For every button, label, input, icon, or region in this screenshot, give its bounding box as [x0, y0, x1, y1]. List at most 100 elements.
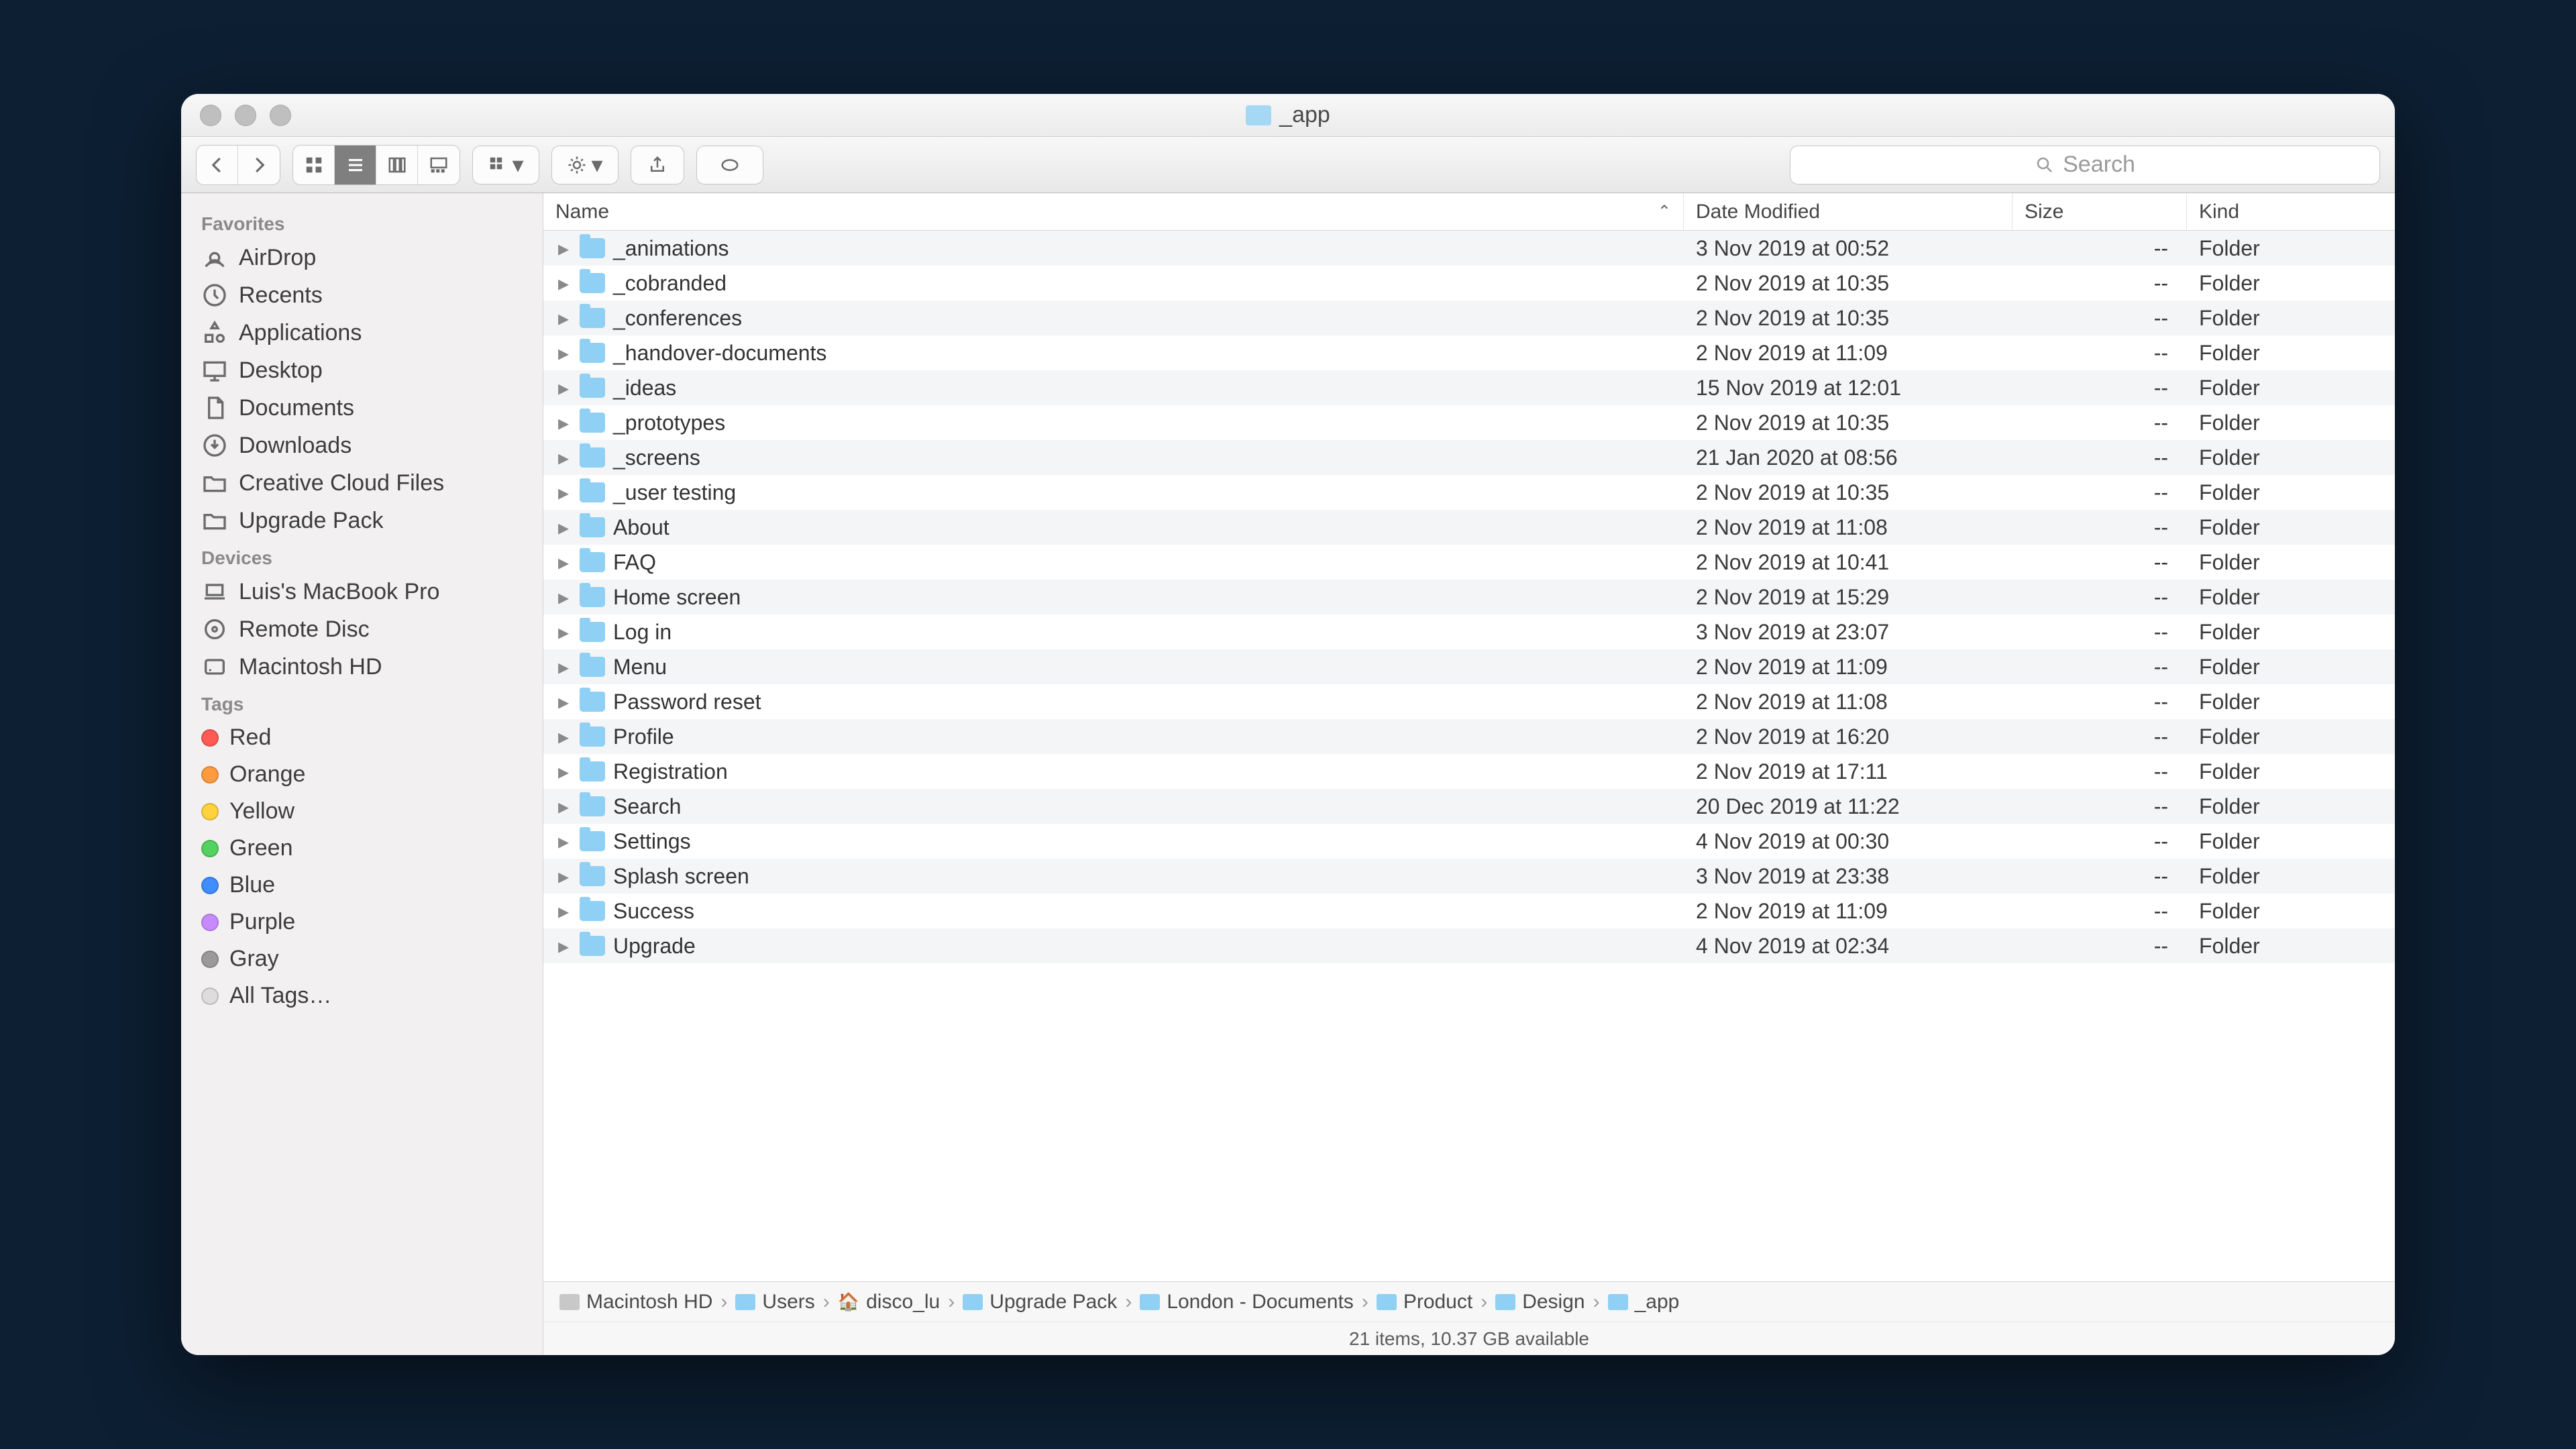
- table-row[interactable]: ▸ _handover-documents 2 Nov 2019 at 11:0…: [543, 335, 2395, 370]
- view-list-button[interactable]: [335, 146, 376, 184]
- sidebar-item[interactable]: Macintosh HD: [181, 648, 543, 686]
- table-row[interactable]: ▸ _conferences 2 Nov 2019 at 10:35 -- Fo…: [543, 301, 2395, 335]
- sidebar-item[interactable]: Gray: [181, 941, 543, 977]
- view-columns-button[interactable]: [376, 146, 418, 184]
- table-row[interactable]: ▸ Registration 2 Nov 2019 at 17:11 -- Fo…: [543, 754, 2395, 789]
- disclosure-triangle-icon[interactable]: ▸: [555, 619, 572, 645]
- disclosure-triangle-icon[interactable]: ▸: [555, 689, 572, 714]
- table-row[interactable]: ▸ Password reset 2 Nov 2019 at 11:08 -- …: [543, 684, 2395, 719]
- forward-button[interactable]: [238, 146, 280, 184]
- folder-icon: [580, 657, 605, 677]
- sidebar-item[interactable]: Luis's MacBook Pro: [181, 573, 543, 610]
- share-button[interactable]: [631, 146, 684, 184]
- table-row[interactable]: ▸ _ideas 15 Nov 2019 at 12:01 -- Folder: [543, 370, 2395, 405]
- arrange-button[interactable]: ▾: [472, 146, 539, 184]
- search-input[interactable]: Search: [1790, 146, 2380, 184]
- column-size-label: Size: [2025, 201, 2063, 223]
- table-row[interactable]: ▸ FAQ 2 Nov 2019 at 10:41 -- Folder: [543, 545, 2395, 580]
- table-row[interactable]: ▸ Success 2 Nov 2019 at 11:09 -- Folder: [543, 894, 2395, 928]
- close-button[interactable]: [200, 105, 221, 126]
- disclosure-triangle-icon[interactable]: ▸: [555, 828, 572, 854]
- sidebar-item[interactable]: Orange: [181, 756, 543, 793]
- sidebar-item[interactable]: Red: [181, 719, 543, 756]
- disclosure-triangle-icon[interactable]: ▸: [555, 933, 572, 959]
- disclosure-triangle-icon[interactable]: ▸: [555, 863, 572, 889]
- disclosure-triangle-icon[interactable]: ▸: [555, 654, 572, 680]
- minimize-button[interactable]: [235, 105, 256, 126]
- window-controls: [181, 105, 291, 126]
- sidebar-item[interactable]: Remote Disc: [181, 610, 543, 648]
- action-button[interactable]: ▾: [551, 146, 619, 184]
- back-button[interactable]: [197, 146, 238, 184]
- table-row[interactable]: ▸ Splash screen 3 Nov 2019 at 23:38 -- F…: [543, 859, 2395, 894]
- path-segment[interactable]: Macintosh HD: [559, 1291, 712, 1313]
- disclosure-triangle-icon[interactable]: ▸: [555, 410, 572, 435]
- sidebar-item[interactable]: Blue: [181, 867, 543, 904]
- sidebar-item[interactable]: Creative Cloud Files: [181, 464, 543, 502]
- file-name: _handover-documents: [613, 341, 826, 366]
- sidebar-item[interactable]: Documents: [181, 389, 543, 427]
- sidebar-item[interactable]: Applications: [181, 314, 543, 352]
- column-size[interactable]: Size: [2012, 193, 2187, 230]
- disclosure-triangle-icon[interactable]: ▸: [555, 340, 572, 366]
- table-row[interactable]: ▸ Menu 2 Nov 2019 at 11:09 -- Folder: [543, 649, 2395, 684]
- disclosure-triangle-icon[interactable]: ▸: [555, 515, 572, 540]
- path-segment[interactable]: Product: [1377, 1291, 1472, 1313]
- disclosure-triangle-icon[interactable]: ▸: [555, 724, 572, 749]
- path-segment[interactable]: 🏠disco_lu: [838, 1291, 940, 1313]
- disclosure-triangle-icon[interactable]: ▸: [555, 480, 572, 505]
- sidebar-item-label: Yellow: [229, 798, 294, 824]
- disclosure-triangle-icon[interactable]: ▸: [555, 235, 572, 261]
- file-name: Password reset: [613, 690, 761, 714]
- table-row[interactable]: ▸ _cobranded 2 Nov 2019 at 10:35 -- Fold…: [543, 266, 2395, 301]
- zoom-button[interactable]: [270, 105, 291, 126]
- column-date[interactable]: Date Modified: [1684, 193, 2012, 230]
- table-row[interactable]: ▸ _user testing 2 Nov 2019 at 10:35 -- F…: [543, 475, 2395, 510]
- table-row[interactable]: ▸ Log in 3 Nov 2019 at 23:07 -- Folder: [543, 614, 2395, 649]
- disclosure-triangle-icon[interactable]: ▸: [555, 584, 572, 610]
- sidebar-item[interactable]: Purple: [181, 904, 543, 941]
- table-row[interactable]: ▸ _animations 3 Nov 2019 at 00:52 -- Fol…: [543, 231, 2395, 266]
- column-name[interactable]: Name ⌃: [543, 193, 1684, 230]
- sidebar-section-label: Tags: [181, 686, 543, 719]
- path-segment-label: disco_lu: [866, 1291, 940, 1313]
- sidebar-item[interactable]: Downloads: [181, 427, 543, 464]
- table-row[interactable]: ▸ Home screen 2 Nov 2019 at 15:29 -- Fol…: [543, 580, 2395, 614]
- disclosure-triangle-icon[interactable]: ▸: [555, 549, 572, 575]
- view-icons-button[interactable]: [293, 146, 335, 184]
- sidebar-item[interactable]: Upgrade Pack: [181, 502, 543, 539]
- table-row[interactable]: ▸ Settings 4 Nov 2019 at 00:30 -- Folder: [543, 824, 2395, 859]
- table-row[interactable]: ▸ _prototypes 2 Nov 2019 at 10:35 -- Fol…: [543, 405, 2395, 440]
- disclosure-triangle-icon[interactable]: ▸: [555, 270, 572, 296]
- tags-button[interactable]: [696, 146, 763, 184]
- folder-icon: [580, 308, 605, 328]
- column-kind[interactable]: Kind: [2187, 193, 2395, 230]
- path-segment[interactable]: Design: [1495, 1291, 1585, 1313]
- folder-icon: [580, 482, 605, 502]
- path-segment[interactable]: _app: [1608, 1291, 1680, 1313]
- table-row[interactable]: ▸ _screens 21 Jan 2020 at 08:56 -- Folde…: [543, 440, 2395, 475]
- disclosure-triangle-icon[interactable]: ▸: [555, 898, 572, 924]
- sidebar-item[interactable]: All Tags…: [181, 977, 543, 1014]
- disclosure-triangle-icon[interactable]: ▸: [555, 375, 572, 400]
- table-row[interactable]: ▸ About 2 Nov 2019 at 11:08 -- Folder: [543, 510, 2395, 545]
- disclosure-triangle-icon[interactable]: ▸: [555, 305, 572, 331]
- table-row[interactable]: ▸ Search 20 Dec 2019 at 11:22 -- Folder: [543, 789, 2395, 824]
- disclosure-triangle-icon[interactable]: ▸: [555, 445, 572, 470]
- path-segment[interactable]: London - Documents: [1140, 1291, 1354, 1313]
- disclosure-triangle-icon[interactable]: ▸: [555, 759, 572, 784]
- path-segment[interactable]: Users: [735, 1291, 814, 1313]
- view-gallery-button[interactable]: [418, 146, 460, 184]
- table-row[interactable]: ▸ Upgrade 4 Nov 2019 at 02:34 -- Folder: [543, 928, 2395, 963]
- sidebar-item[interactable]: Desktop: [181, 352, 543, 389]
- sidebar-item[interactable]: Green: [181, 830, 543, 867]
- list-icon: [345, 155, 366, 175]
- file-kind: Folder: [2187, 585, 2395, 610]
- disclosure-triangle-icon[interactable]: ▸: [555, 794, 572, 819]
- sidebar-item[interactable]: Yellow: [181, 793, 543, 830]
- file-name: Upgrade: [613, 934, 696, 959]
- table-row[interactable]: ▸ Profile 2 Nov 2019 at 16:20 -- Folder: [543, 719, 2395, 754]
- path-segment[interactable]: Upgrade Pack: [963, 1291, 1117, 1313]
- sidebar-item[interactable]: AirDrop: [181, 239, 543, 276]
- sidebar-item[interactable]: Recents: [181, 276, 543, 314]
